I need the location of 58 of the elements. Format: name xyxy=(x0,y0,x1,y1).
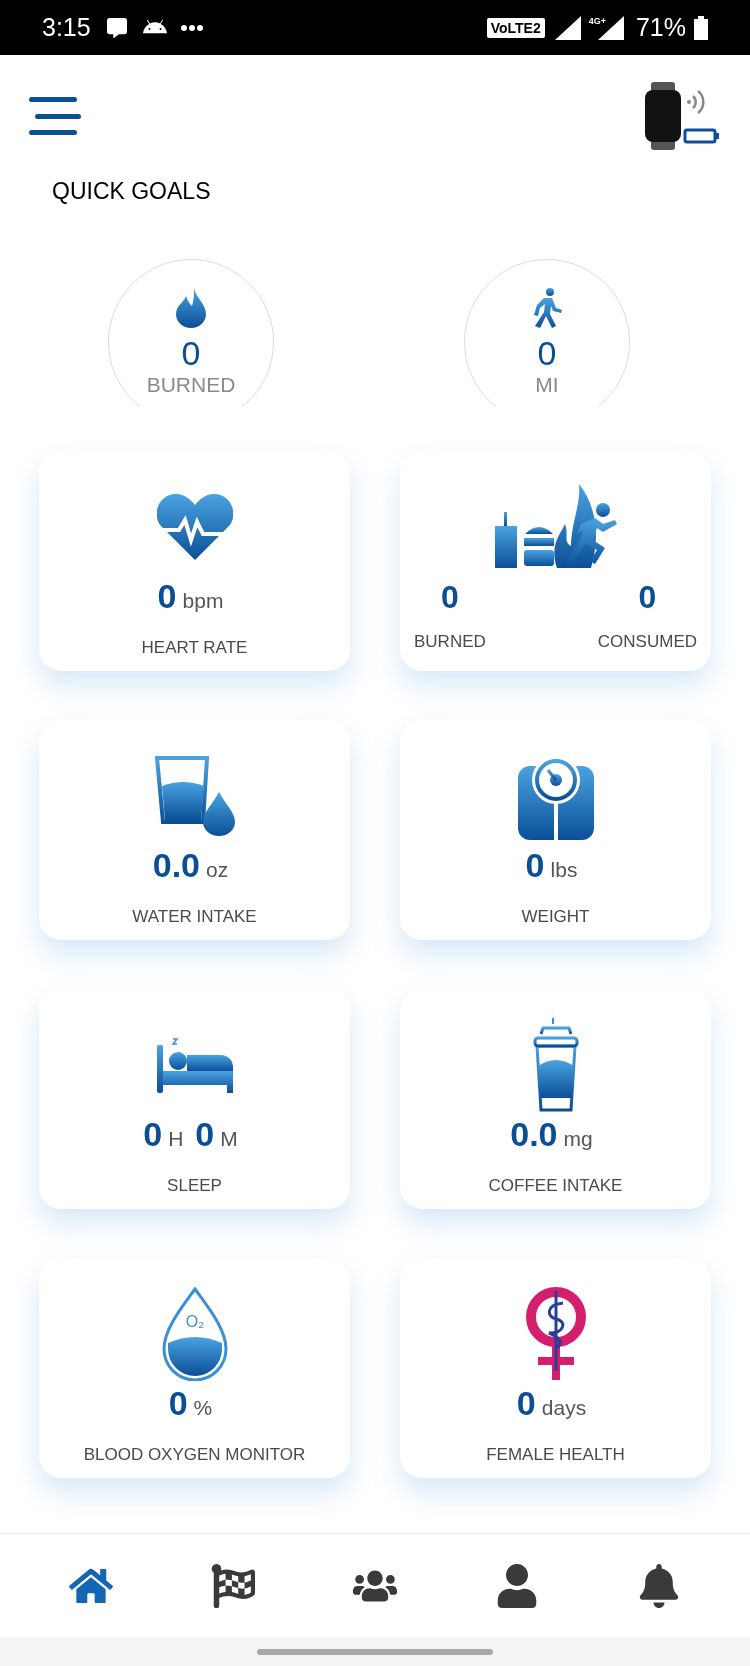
metric-value: 0 xyxy=(638,579,657,615)
metric-unit: days xyxy=(541,1395,587,1421)
battery-percent: 71% xyxy=(635,11,686,43)
metric-unit: lbs xyxy=(550,857,578,883)
goal-unit: BURNED xyxy=(146,372,236,398)
metric-value: 0 xyxy=(168,1384,188,1422)
network-badge: VoLTE2 xyxy=(486,17,545,38)
metric-value: 0.0 xyxy=(152,846,201,884)
flame-icon xyxy=(176,288,206,328)
metric-unit: bpm xyxy=(182,588,224,614)
metric-unit: M xyxy=(220,1126,238,1152)
goal-unit: MI xyxy=(535,372,559,398)
signal-icon xyxy=(554,15,581,40)
goal-value: 0 xyxy=(537,334,557,372)
metric-label: COFFEE INTAKE xyxy=(488,1174,623,1197)
metric-card[interactable]: O₂ 0 % BLOOD OXYGEN MONITOR xyxy=(39,1258,350,1478)
metric-unit: H xyxy=(168,1126,184,1152)
walking-person-icon xyxy=(532,288,562,328)
goal-value: 0 xyxy=(181,334,201,372)
metric-label: BURNED xyxy=(414,631,486,653)
female-symbol-icon xyxy=(524,1287,587,1381)
more-dots-icon xyxy=(180,24,203,31)
metric-card[interactable]: 0 bpm HEART RATE xyxy=(39,451,350,671)
metric-unit: oz xyxy=(206,857,229,883)
metric-card[interactable]: 0 days FEMALE HEALTH xyxy=(400,1258,711,1478)
network-type: 4G+ xyxy=(588,15,606,26)
metric-value: 0 xyxy=(525,846,545,884)
message-icon xyxy=(106,17,127,38)
metric-label: WATER INTAKE xyxy=(132,905,257,928)
metric-unit: mg xyxy=(563,1126,593,1152)
metric-label: WEIGHT xyxy=(521,905,590,928)
section-title: QUICK GOALS xyxy=(52,177,212,205)
bed-sleep-icon xyxy=(156,1037,233,1093)
metric-label: SLEEP xyxy=(167,1174,222,1197)
metric-value: 0 xyxy=(516,1384,536,1422)
oxygen-symbol: O₂ xyxy=(185,1313,204,1330)
metric-card[interactable]: 0 H 0 M SLEEP xyxy=(39,989,350,1209)
menu-button[interactable] xyxy=(29,94,83,138)
metric-value: 0 xyxy=(195,1115,215,1153)
metric-card[interactable]: 0.0 oz WATER INTAKE xyxy=(39,720,350,940)
coffee-cup-icon xyxy=(532,1018,579,1112)
metric-value: 0.0 xyxy=(510,1115,558,1153)
smartwatch-icon[interactable] xyxy=(645,82,721,150)
metric-label: FEMALE HEALTH xyxy=(486,1443,625,1466)
heart-pulse-icon xyxy=(156,494,233,560)
metric-label: HEART RATE xyxy=(141,636,248,659)
metric-card[interactable]: 0 BURNED 0 CONSUMED xyxy=(400,451,711,671)
metric-value: 0 xyxy=(441,579,459,615)
metric-card[interactable]: 0.0 mg COFFEE INTAKE xyxy=(400,989,711,1209)
water-glass-icon xyxy=(154,756,235,836)
metric-card[interactable]: 0 lbs WEIGHT xyxy=(400,720,711,940)
metric-unit: % xyxy=(193,1395,213,1421)
metric-label: CONSUMED xyxy=(597,631,697,653)
metric-value: 0 xyxy=(143,1115,163,1153)
status-time: 3:15 xyxy=(42,11,91,43)
battery-icon xyxy=(694,15,708,40)
metric-value: 0 xyxy=(157,577,177,615)
metric-label: BLOOD OXYGEN MONITOR xyxy=(83,1443,306,1466)
